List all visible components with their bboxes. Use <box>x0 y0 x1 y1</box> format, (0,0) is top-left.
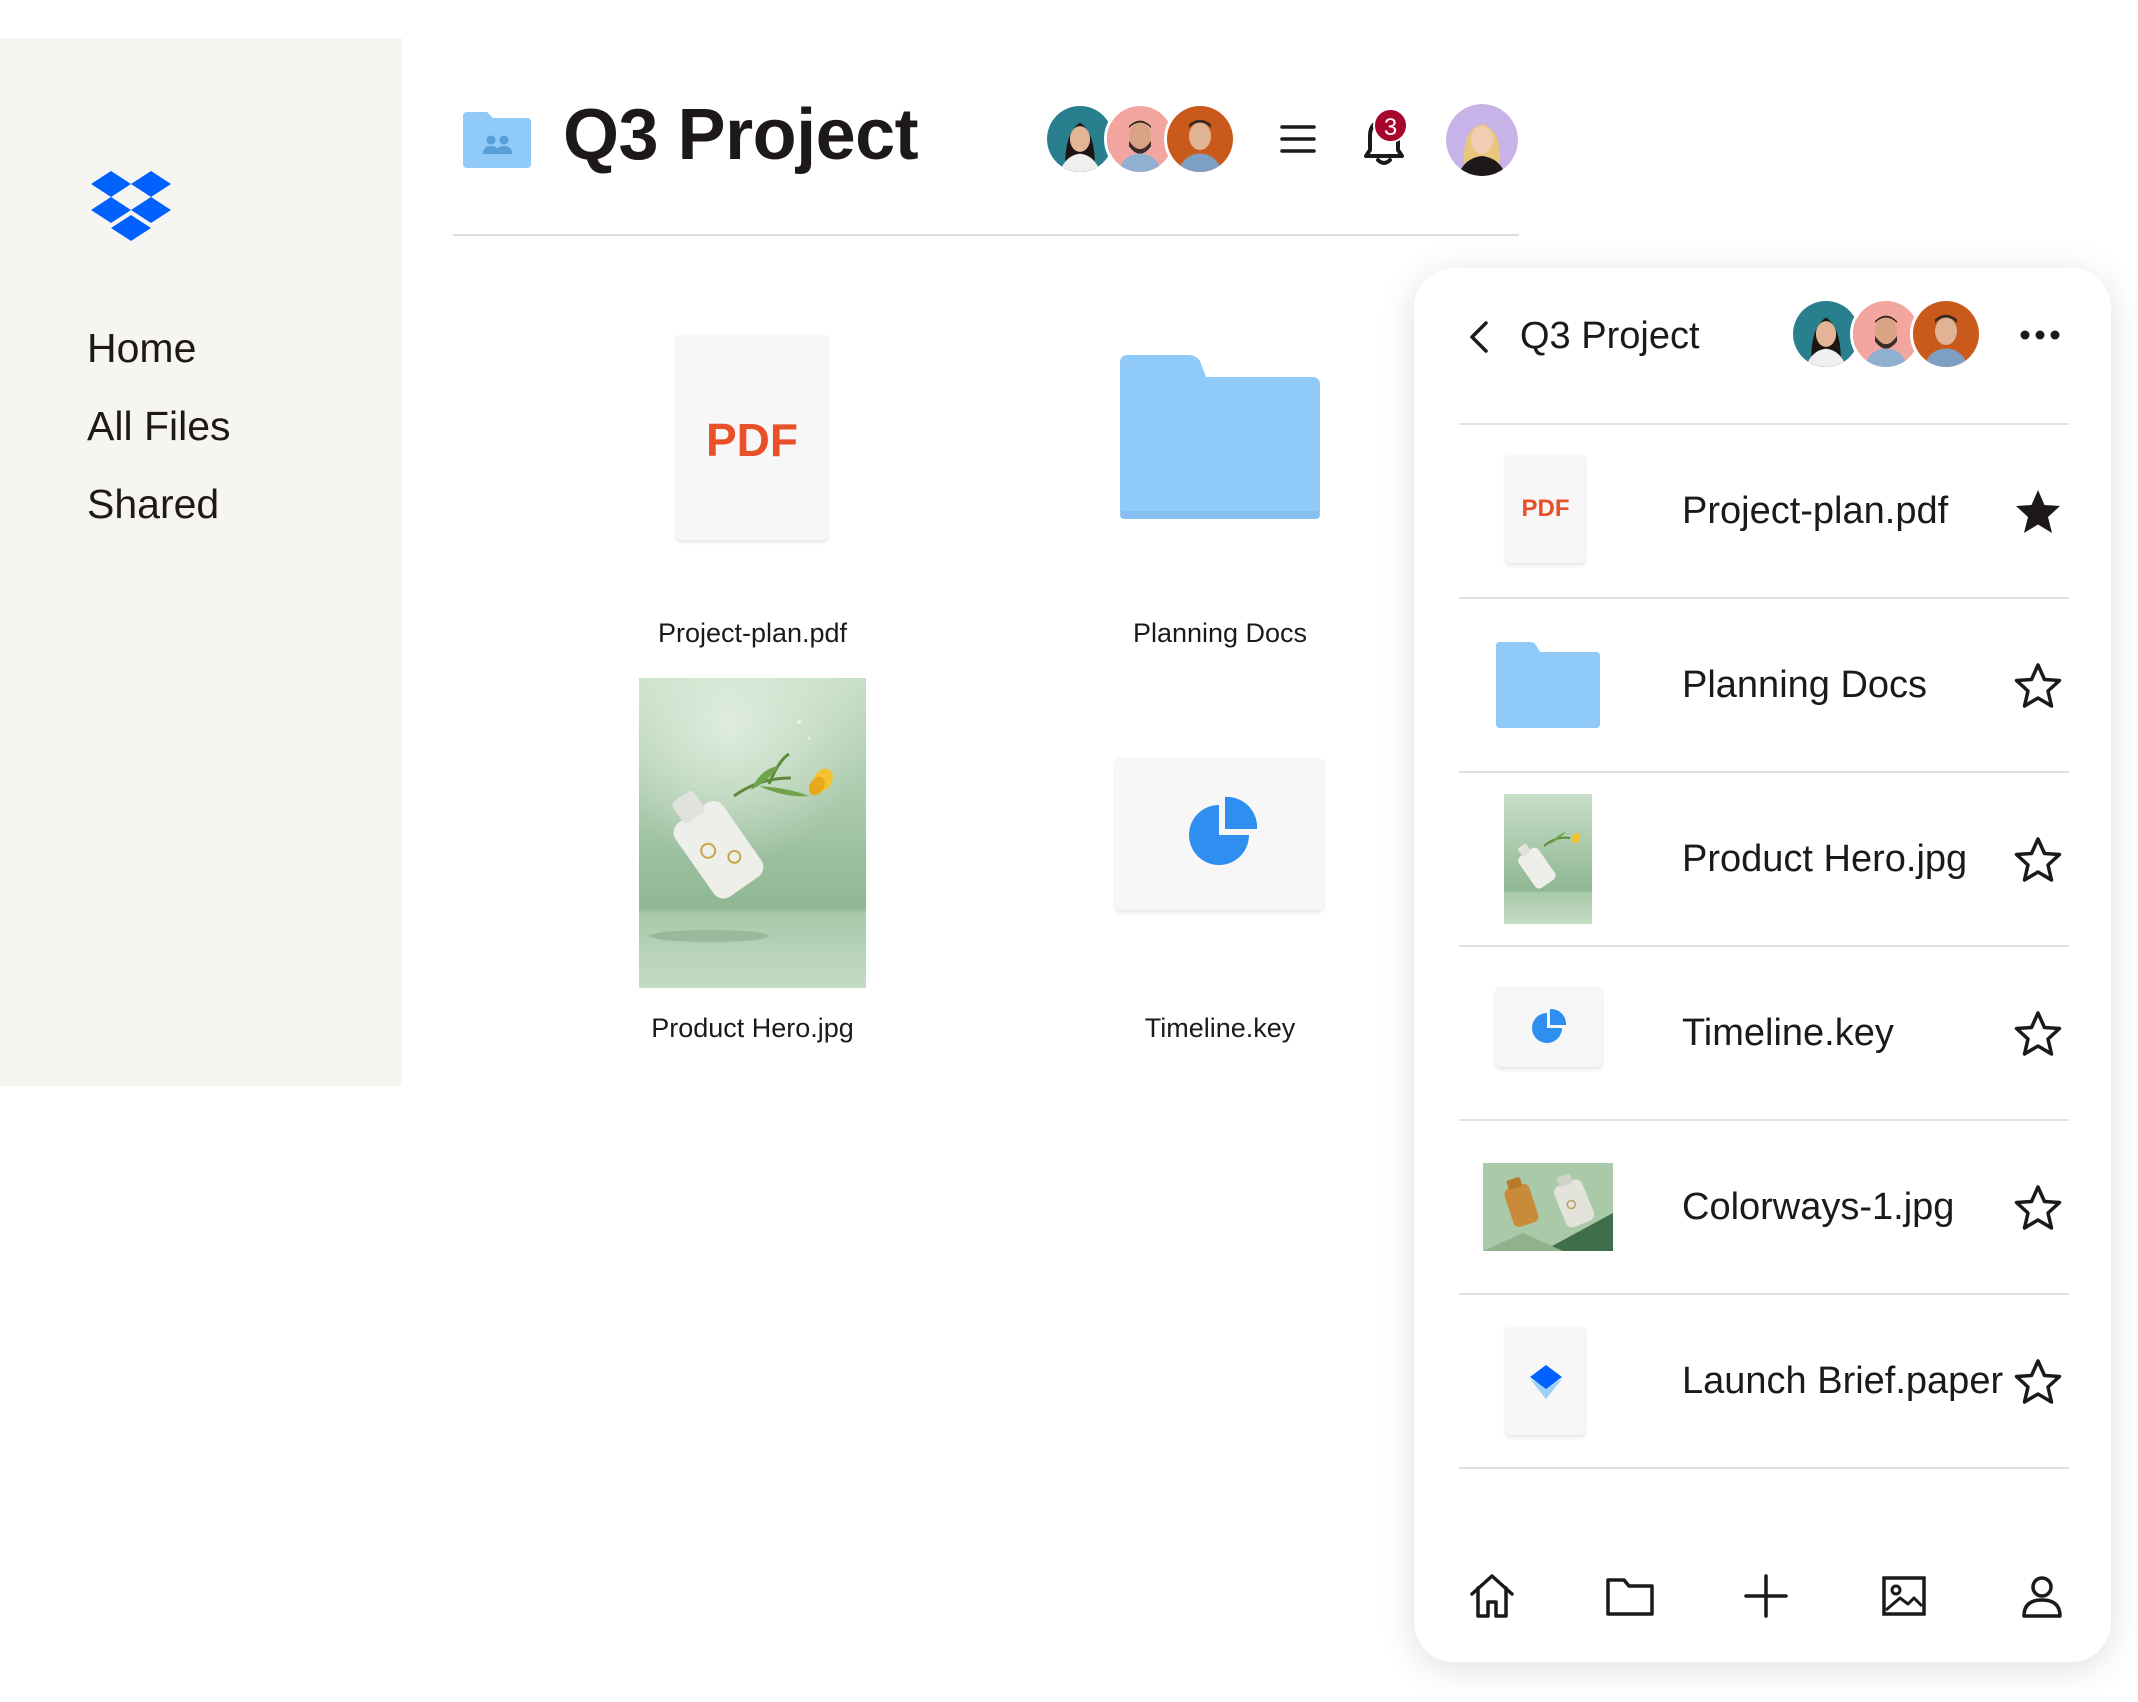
sidebar-item-all-files[interactable]: All Files <box>87 406 231 447</box>
list-item[interactable]: Colorways-1.jpg <box>1459 1121 2069 1293</box>
sidebar-item-home[interactable]: Home <box>87 328 231 369</box>
star-filled-icon[interactable] <box>2013 487 2063 537</box>
user-avatar[interactable] <box>1446 104 1518 176</box>
dropbox-logo-icon[interactable] <box>91 171 171 243</box>
mobile-folder-title: Q3 Project <box>1520 315 1700 357</box>
star-outline-icon[interactable] <box>2013 1357 2063 1407</box>
file-tile-project-plan[interactable]: PDF Project-plan.pdf <box>650 330 855 660</box>
file-name: Colorways-1.jpg <box>1682 1186 1955 1228</box>
list-item[interactable]: Product Hero.jpg <box>1459 773 2069 945</box>
sidebar: Home All Files Shared <box>0 38 402 1086</box>
header-divider <box>453 234 1519 236</box>
pie-chart-icon <box>1532 1008 1567 1043</box>
file-name: Launch Brief.paper <box>1682 1360 2004 1402</box>
folder-icon <box>1496 642 1600 728</box>
file-name: Project-plan.pdf <box>1682 490 1949 532</box>
paper-thumbnail <box>1506 1327 1585 1435</box>
list-divider <box>1459 1467 2069 1469</box>
pdf-thumbnail: PDF <box>1506 455 1585 563</box>
pdf-thumbnail-text: PDF <box>1521 495 1570 522</box>
file-tile-timeline[interactable]: Timeline.key <box>1090 755 1350 1050</box>
chevron-left-icon[interactable] <box>1464 317 1496 357</box>
page-title: Q3 Project <box>563 95 919 175</box>
photos-icon[interactable] <box>1876 1568 1932 1624</box>
file-name: Timeline.key <box>1144 1013 1296 1043</box>
folder-icon[interactable] <box>1602 1568 1658 1624</box>
file-tile-product-hero[interactable]: Product Hero.jpg <box>620 678 885 1050</box>
list-item[interactable]: Launch Brief.paper <box>1459 1295 2069 1467</box>
avatar[interactable] <box>1910 298 1982 370</box>
star-outline-icon[interactable] <box>2013 1183 2063 1233</box>
star-outline-icon[interactable] <box>2013 1009 2063 1059</box>
list-item[interactable]: PDF Project-plan.pdf <box>1459 425 2069 597</box>
mobile-collaborator-avatars[interactable] <box>1790 298 1982 370</box>
sidebar-item-shared[interactable]: Shared <box>87 484 231 525</box>
shared-folder-icon <box>463 112 531 168</box>
bottom-tab-bar <box>1414 1568 2111 1628</box>
account-icon[interactable] <box>2014 1568 2070 1624</box>
file-name: Project-plan.pdf <box>657 618 848 648</box>
list-item[interactable]: Planning Docs <box>1459 599 2069 771</box>
more-dots-icon[interactable] <box>2018 323 2062 347</box>
collaborator-avatars[interactable] <box>1044 103 1236 175</box>
pie-chart-icon <box>1189 796 1258 865</box>
keynote-thumbnail <box>1496 987 1602 1067</box>
folder-icon <box>1120 355 1320 519</box>
mobile-app-panel: Q3 Project PDF Project-plan.pdf Planning… <box>1414 268 2111 1662</box>
pdf-thumbnail-text: PDF <box>706 414 798 466</box>
list-item[interactable]: Timeline.key <box>1459 947 2069 1119</box>
notifications-button[interactable]: 3 <box>1350 104 1422 176</box>
image-thumbnail <box>1504 794 1592 924</box>
paper-doc-icon <box>1530 1365 1562 1399</box>
avatar[interactable] <box>1164 103 1236 175</box>
keynote-thumbnail <box>1116 758 1323 910</box>
image-thumbnail <box>1483 1163 1613 1251</box>
file-name: Product Hero.jpg <box>1682 838 1968 880</box>
file-name: Product Hero.jpg <box>651 1013 854 1043</box>
hamburger-menu-icon[interactable] <box>1278 119 1318 159</box>
folder-name: Planning Docs <box>1682 664 1928 706</box>
plus-icon[interactable] <box>1738 1568 1794 1624</box>
home-icon[interactable] <box>1464 1568 1520 1624</box>
product-hero-image <box>639 678 866 988</box>
star-outline-icon[interactable] <box>2013 835 2063 885</box>
pdf-thumbnail: PDF <box>677 335 827 540</box>
folder-name: Planning Docs <box>1132 618 1308 648</box>
folder-tile-planning-docs[interactable]: Planning Docs <box>1090 330 1350 660</box>
sidebar-nav: Home All Files Shared <box>87 328 231 562</box>
star-outline-icon[interactable] <box>2013 661 2063 711</box>
file-name: Timeline.key <box>1682 1012 1894 1054</box>
notification-count-badge: 3 <box>1373 108 1408 143</box>
